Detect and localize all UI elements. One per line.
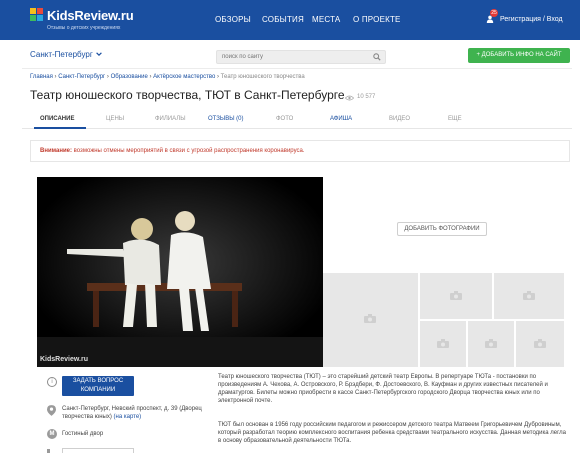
tab-prices[interactable]: ЦЕНЫ bbox=[106, 116, 124, 122]
ask-question-button[interactable]: ЗАДАТЬ ВОПРОС КОМПАНИИ bbox=[62, 376, 134, 396]
photo-thumbnail[interactable] bbox=[468, 321, 514, 367]
photo-thumbnail[interactable] bbox=[420, 273, 492, 319]
camera-icon bbox=[485, 339, 497, 348]
top-navbar: KidsReview.ru Отзывы о детских учреждени… bbox=[0, 0, 580, 40]
city-selector[interactable]: Санкт-Петербург bbox=[30, 50, 93, 59]
breadcrumb-education[interactable]: Образование bbox=[111, 74, 148, 80]
logo-icon[interactable] bbox=[30, 8, 44, 22]
page-title: Театр юношеского творчества, ТЮТ в Санкт… bbox=[30, 88, 345, 102]
active-tab-indicator bbox=[34, 127, 86, 129]
watermark: KidsReview.ru bbox=[40, 356, 88, 363]
notice-text: возможны отмены мероприятий в связи с уг… bbox=[73, 148, 305, 154]
tab-photos[interactable]: ФОТО bbox=[276, 116, 293, 122]
metro-station: Гостиный двор bbox=[62, 431, 104, 437]
show-phone-button[interactable] bbox=[62, 448, 134, 453]
map-link[interactable]: (на карте) bbox=[114, 414, 142, 420]
brand-tagline: Отзывы о детских учреждениях bbox=[47, 25, 121, 31]
camera-icon bbox=[437, 339, 449, 348]
breadcrumb: Главная › Санкт-Петербург › Образование … bbox=[30, 74, 305, 80]
tab-bar: ОПИСАНИЕ ЦЕНЫ ФИЛИАЛЫ ОТЗЫВЫ (0) ФОТО АФ… bbox=[22, 111, 572, 129]
tab-more[interactable]: ЕЩЕ bbox=[448, 116, 462, 122]
tab-video[interactable]: ВИДЕО bbox=[389, 116, 410, 122]
tab-reviews[interactable]: ОТЗЫВЫ (0) bbox=[208, 116, 244, 122]
photo-thumbnail[interactable] bbox=[494, 273, 564, 319]
divider bbox=[22, 68, 572, 69]
tab-branches[interactable]: ФИЛИАЛЫ bbox=[155, 116, 186, 122]
address: Санкт-Петербург, Невский проспект, д. 39… bbox=[62, 405, 212, 421]
photo-thumbnail[interactable] bbox=[323, 273, 418, 367]
metro-icon: М bbox=[47, 429, 57, 439]
breadcrumb-acting[interactable]: Актёрское мастерство bbox=[153, 74, 215, 80]
location-pin-icon bbox=[47, 405, 56, 416]
breadcrumb-current: Театр юношеского творчества bbox=[220, 74, 305, 80]
nav-events[interactable]: СОБЫТИЯ bbox=[262, 15, 304, 24]
breadcrumb-home[interactable]: Главная bbox=[30, 74, 53, 80]
login-link[interactable]: Регистрация / Вход bbox=[500, 16, 563, 23]
photo-thumbnail[interactable] bbox=[420, 321, 466, 367]
camera-icon bbox=[364, 314, 376, 323]
view-count: 10 577 bbox=[357, 94, 376, 100]
add-photo-button[interactable]: ДОБАВИТЬ ФОТОГРАФИИ bbox=[397, 222, 487, 236]
phone-icon bbox=[47, 449, 50, 453]
brand-name[interactable]: KidsReview.ru bbox=[47, 8, 134, 23]
info-icon: i bbox=[47, 377, 57, 387]
stage-scene-image bbox=[37, 177, 323, 367]
notice-label: Внимание: bbox=[40, 148, 72, 154]
nav-reviews[interactable]: ОБЗОРЫ bbox=[215, 15, 251, 24]
breadcrumb-city[interactable]: Санкт-Петербург bbox=[58, 74, 105, 80]
chevron-down-icon[interactable] bbox=[96, 51, 102, 57]
search-input[interactable] bbox=[216, 50, 386, 64]
tab-poster[interactable]: АФИША bbox=[330, 116, 352, 122]
photo-thumbnail[interactable] bbox=[516, 321, 564, 367]
tab-description[interactable]: ОПИСАНИЕ bbox=[40, 116, 74, 122]
nav-about[interactable]: О ПРОЕКТЕ bbox=[353, 15, 401, 24]
nav-places[interactable]: МЕСТА bbox=[312, 15, 340, 24]
notification-badge[interactable]: 25 bbox=[490, 9, 498, 17]
description-paragraph: Театр юношеского творчества (ТЮТ) – это … bbox=[218, 374, 548, 404]
eye-icon bbox=[345, 95, 354, 101]
main-photo[interactable] bbox=[37, 177, 323, 367]
description-paragraph: ТЮТ был основан в 1956 году российским п… bbox=[218, 422, 567, 444]
covid-notice: Внимание: возможны отмены мероприятий в … bbox=[30, 140, 570, 162]
camera-icon bbox=[534, 339, 546, 348]
camera-icon bbox=[450, 291, 462, 300]
add-info-button[interactable]: + ДОБАВИТЬ ИНФО НА САЙТ bbox=[468, 48, 570, 63]
search-icon[interactable] bbox=[373, 53, 381, 61]
camera-icon bbox=[523, 291, 535, 300]
